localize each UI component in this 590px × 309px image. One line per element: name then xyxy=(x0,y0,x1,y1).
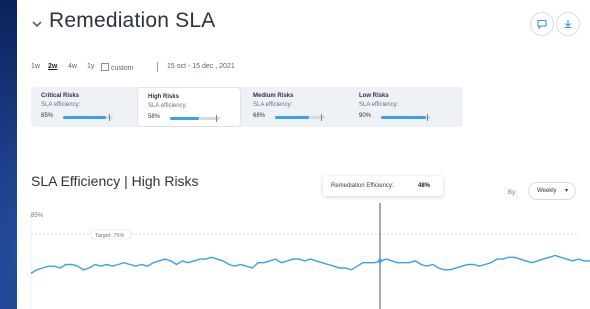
sla-bar-fill xyxy=(381,116,426,119)
comment-icon xyxy=(537,19,547,30)
card-subtitle: SLA efficiency: xyxy=(148,103,188,109)
range-1w[interactable]: 1w xyxy=(31,63,40,70)
target-tick xyxy=(216,115,217,122)
section-title: Remediation SLA xyxy=(49,9,216,32)
target-tick xyxy=(427,114,428,121)
card-title: Medium Risks xyxy=(253,93,294,99)
card-high-risks[interactable]: High Risks SLA efficiency: 58% xyxy=(137,87,241,127)
sla-bar-fill xyxy=(63,116,106,119)
period-value: Weekly xyxy=(537,188,557,194)
filter-divider xyxy=(157,62,158,72)
target-tick xyxy=(109,114,110,121)
period-dropdown[interactable]: Weekly ▾ xyxy=(528,182,576,200)
card-value: 58% xyxy=(148,114,161,120)
hover-tooltip: Remediation Efficiency: 48% xyxy=(323,176,443,196)
sla-bar-track xyxy=(63,116,113,119)
date-range-label: 15 oct - 15 dec , 2021 xyxy=(167,63,235,70)
range-1y[interactable]: 1y xyxy=(87,63,94,70)
panel-header: Remediation SLA xyxy=(17,8,590,40)
checkbox-icon xyxy=(101,63,109,71)
card-subtitle: SLA efficiency: xyxy=(41,102,81,108)
range-2w[interactable]: 2w xyxy=(48,63,57,70)
y-tick-label: 85% xyxy=(31,213,44,219)
card-subtitle: SLA efficiency: xyxy=(359,102,399,108)
comment-button[interactable] xyxy=(530,12,554,36)
target-tick xyxy=(321,114,322,121)
card-medium-risks[interactable]: Medium Risks SLA efficiency: 68% xyxy=(243,87,347,127)
chevron-down-icon[interactable] xyxy=(31,18,43,30)
sla-efficiency-chart: 85% Target: 75% xyxy=(30,203,590,309)
card-title: High Risks xyxy=(148,94,180,100)
card-value: 85% xyxy=(41,113,54,119)
custom-range-label: custom xyxy=(111,65,134,72)
caret-down-icon: ▾ xyxy=(565,188,569,194)
sla-bar-track xyxy=(275,116,325,119)
download-button[interactable] xyxy=(556,12,580,36)
hover-point xyxy=(378,258,382,263)
tooltip-value: 48% xyxy=(418,183,431,189)
sla-bar-fill xyxy=(170,117,199,120)
sla-bar-track xyxy=(170,117,220,120)
series-layer xyxy=(30,254,590,274)
card-title: Critical Risks xyxy=(41,93,80,99)
risk-cards: Critical Risks SLA efficiency: 85% High … xyxy=(31,87,463,127)
download-icon xyxy=(564,20,572,29)
tooltip-label: Remediation Efficiency: xyxy=(331,183,394,189)
series-line xyxy=(30,254,590,274)
card-value: 90% xyxy=(359,113,372,119)
chart-title: SLA Efficiency | High Risks xyxy=(31,173,199,189)
remediation-sla-panel: Remediation SLA 1w 2w 4w 1y custom 15 oc… xyxy=(17,0,590,309)
card-title: Low Risks xyxy=(359,93,389,99)
card-subtitle: SLA efficiency: xyxy=(253,102,293,108)
group-by-label: By: xyxy=(508,190,517,196)
card-value: 68% xyxy=(253,113,266,119)
range-4w[interactable]: 4w xyxy=(68,63,77,70)
custom-range-toggle[interactable]: custom xyxy=(101,63,134,72)
sla-bar-fill xyxy=(275,116,309,119)
target-label: Target: 75% xyxy=(95,233,124,239)
card-low-risks[interactable]: Low Risks SLA efficiency: 90% xyxy=(349,87,453,127)
card-critical-risks[interactable]: Critical Risks SLA efficiency: 85% xyxy=(31,87,135,127)
sla-bar-track xyxy=(381,116,431,119)
